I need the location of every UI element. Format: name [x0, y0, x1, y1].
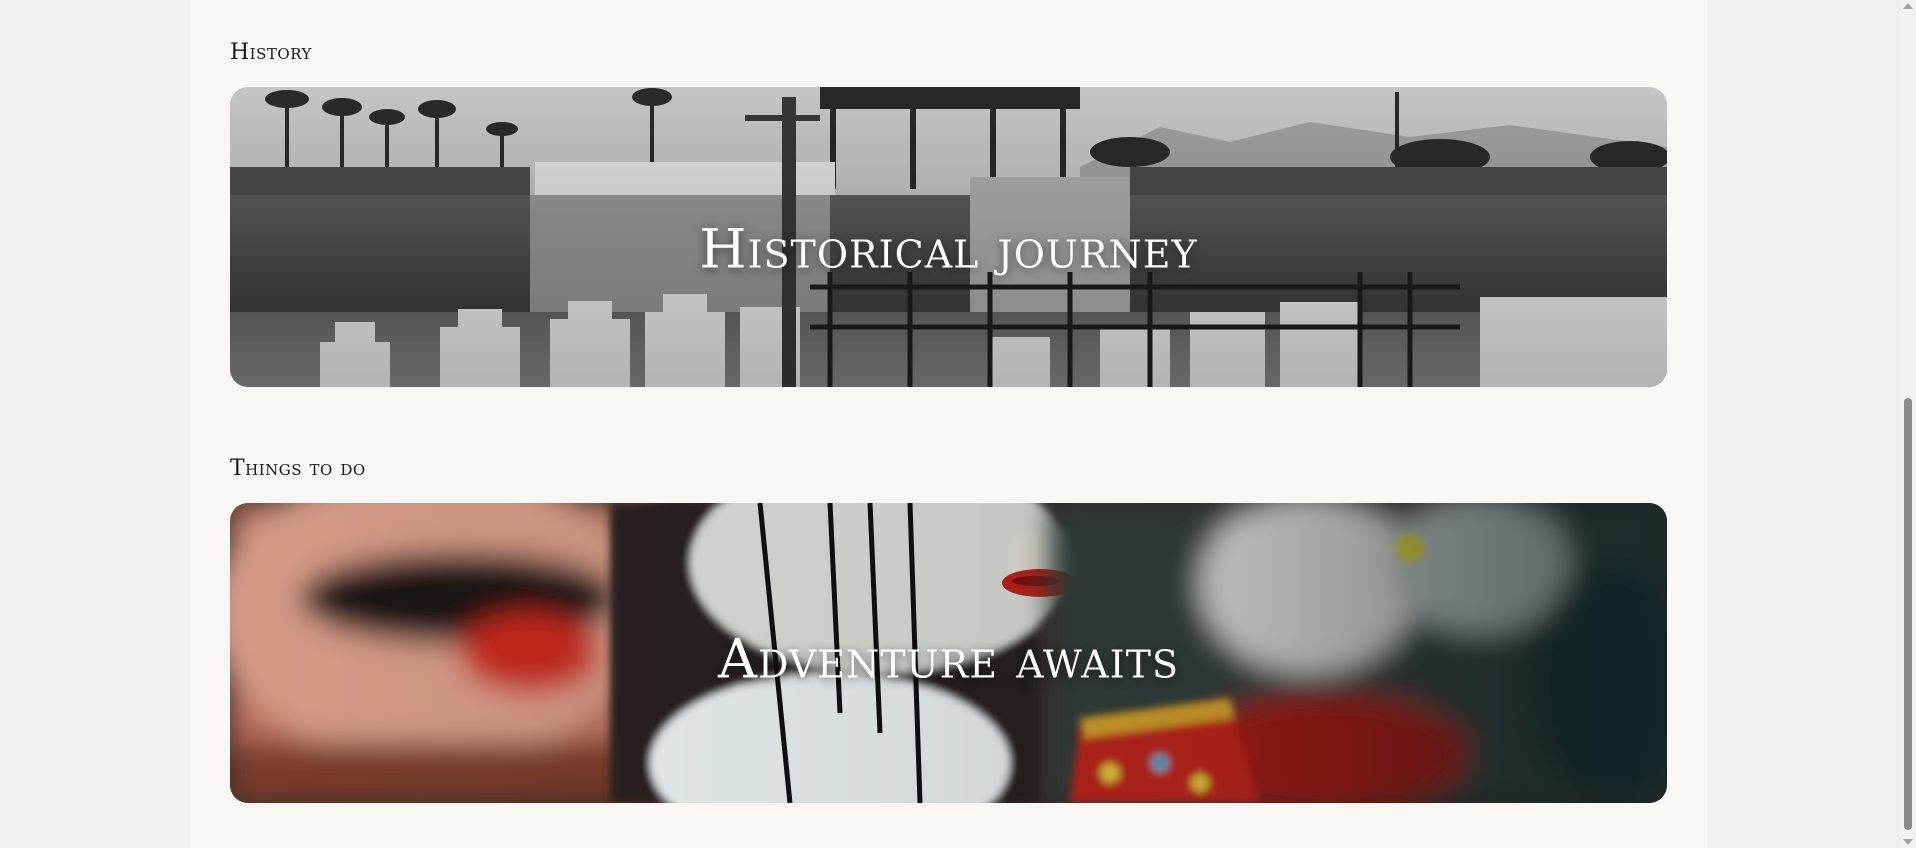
vertical-scrollbar[interactable]: [1900, 0, 1916, 848]
scrollbar-thumb[interactable]: [1904, 398, 1912, 830]
content-column: History Historical journey Things to do …: [190, 0, 1707, 848]
scroll-down-arrow-icon[interactable]: [1903, 839, 1913, 845]
things-to-do-heading: Things to do: [230, 456, 366, 481]
historical-journey-banner[interactable]: Historical journey: [230, 87, 1667, 387]
historical-journey-title: Historical journey: [699, 217, 1198, 281]
history-heading: History: [230, 40, 312, 65]
adventure-awaits-title: Adventure awaits: [717, 627, 1179, 691]
adventure-awaits-banner[interactable]: Adventure awaits: [230, 503, 1667, 803]
scroll-up-arrow-icon[interactable]: [1903, 3, 1913, 9]
